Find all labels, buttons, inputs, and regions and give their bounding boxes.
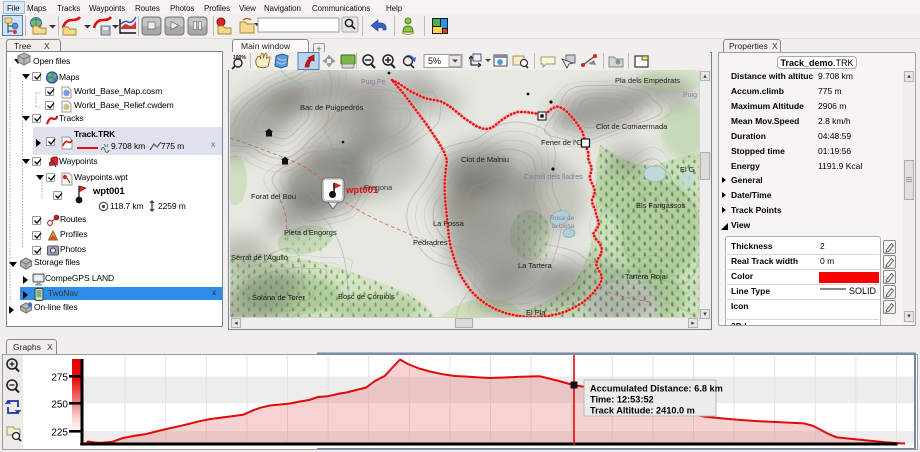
svg-text:Track Altitude: 2410.0 m: Track Altitude: 2410.0 m [590,406,695,416]
svg-text:Time: 12:53:52: Time: 12:53:52 [590,395,654,405]
svg-text:225: 225 [51,428,68,439]
svg-text:Accumulated Distance: 6.8 km: Accumulated Distance: 6.8 km [590,384,723,394]
svg-text:250: 250 [51,400,68,411]
svg-text:275: 275 [51,373,68,384]
